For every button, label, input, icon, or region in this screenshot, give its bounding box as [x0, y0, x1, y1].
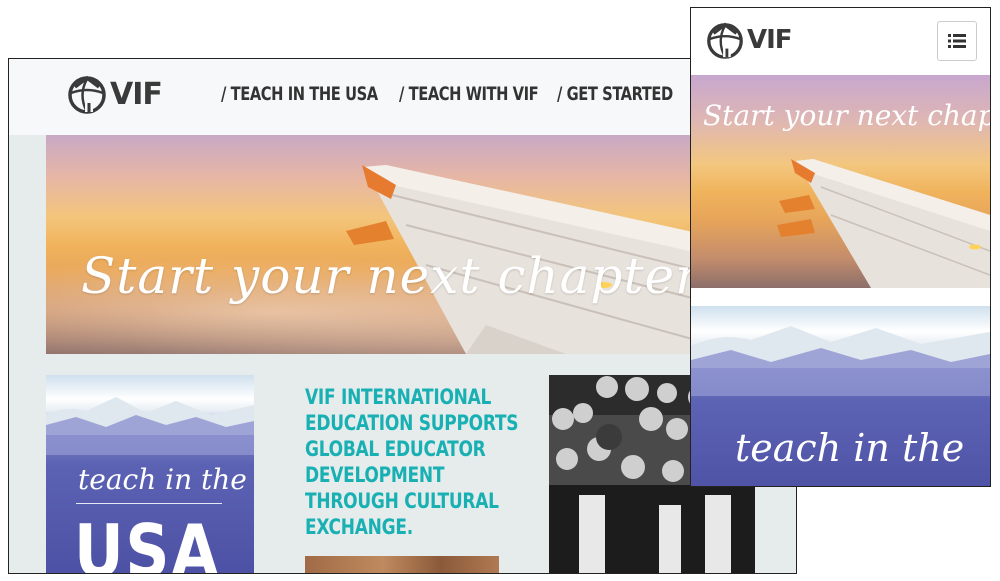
logo-wordmark: VIF — [747, 25, 793, 55]
site-header: VIF / TEACH IN THE USA / TEACH WITH VIF … — [9, 59, 796, 135]
spacer — [691, 288, 990, 306]
nav-teach-in-usa[interactable]: / TEACH IN THE USA — [221, 83, 378, 105]
mobile-teach-card[interactable]: teach in the — [691, 306, 990, 486]
teach-in-usa-card[interactable]: teach in the USA — [46, 375, 254, 574]
mission-line: THROUGH CULTURAL — [305, 489, 499, 514]
usa-text: USA — [74, 509, 221, 574]
mission-line: EDUCATION SUPPORTS — [305, 411, 519, 436]
globe-house-icon — [68, 75, 106, 114]
nav-get-started[interactable]: / GET STARTED — [557, 83, 673, 105]
list-menu-icon — [948, 34, 966, 48]
logo-wordmark: VIF — [110, 76, 163, 112]
main-nav: / TEACH IN THE USA / TEACH WITH VIF / GE… — [221, 83, 673, 105]
mission-statement: VIF INTERNATIONAL EDUCATION SUPPORTS GLO… — [305, 385, 519, 541]
wood-image — [305, 556, 499, 573]
teach-in-the-text: teach in the — [78, 463, 247, 496]
divider — [76, 503, 222, 504]
globe-house-icon — [707, 22, 743, 59]
mission-line: GLOBAL EDUCATOR — [305, 437, 486, 462]
vif-logo[interactable]: VIF — [66, 73, 163, 115]
mobile-view: VIF Start your next chapter teach in the — [690, 7, 991, 487]
mobile-hero-headline: Start your next chapter — [703, 99, 990, 132]
hero-banner: Start your next chapter. — [46, 135, 796, 354]
mission-line: DEVELOPMENT — [305, 463, 445, 488]
airplane-wing-image — [346, 165, 796, 354]
mobile-hero-banner: Start your next chapter — [691, 75, 990, 288]
mobile-teach-in-the-text: teach in the — [735, 426, 965, 470]
mission-line: EXCHANGE. — [305, 515, 413, 540]
mission-line: VIF INTERNATIONAL — [305, 385, 492, 410]
hero-headline: Start your next chapter. — [81, 247, 712, 305]
vif-logo[interactable]: VIF — [705, 20, 793, 60]
menu-button[interactable] — [937, 21, 977, 61]
desktop-view: VIF / TEACH IN THE USA / TEACH WITH VIF … — [8, 58, 797, 574]
nav-teach-with-vif[interactable]: / TEACH WITH VIF — [399, 83, 539, 105]
